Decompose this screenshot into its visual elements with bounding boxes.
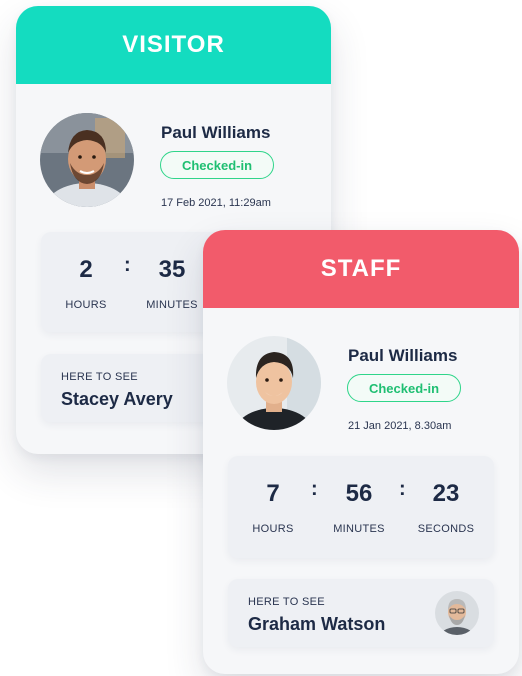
staff-hours-label: HOURS [252, 523, 294, 535]
staff-hours-value: 7 [266, 480, 280, 507]
staff-minutes-value: 56 [345, 480, 373, 507]
visitor-profile: Paul Williams Checked-in 17 Feb 2021, 11… [40, 113, 310, 213]
visitor-status-badge[interactable]: Checked-in [160, 151, 274, 179]
staff-timestamp: 21 Jan 2021, 8.30am [348, 420, 452, 432]
staff-card: STAFF Paul Williams Checked-in 21 Jan 20… [203, 230, 519, 674]
staff-seconds-label: SECONDS [417, 523, 475, 535]
staff-timer-separator-2: : [399, 478, 406, 500]
visitor-avatar-icon [40, 113, 134, 207]
visitor-name: Paul Williams [161, 123, 271, 142]
visitor-hours-value: 2 [79, 256, 93, 283]
staff-name: Paul Williams [348, 346, 458, 365]
staff-minutes-label: MINUTES [333, 523, 385, 535]
visitor-host-name: Stacey Avery [61, 389, 173, 409]
staff-host-name: Graham Watson [248, 614, 386, 634]
visitor-card-header: VISITOR [16, 6, 331, 84]
staff-card-header: STAFF [203, 230, 519, 308]
visitor-minutes-label: MINUTES [146, 299, 198, 311]
staff-avatar-icon [227, 336, 321, 430]
staff-timer-separator-1: : [311, 478, 318, 500]
staff-host-label: HERE TO SEE [248, 596, 325, 608]
visitor-timestamp: 17 Feb 2021, 11:29am [161, 197, 271, 209]
visitor-timer-separator: : [124, 254, 131, 276]
staff-host-card[interactable]: HERE TO SEE Graham Watson [228, 579, 494, 647]
staff-seconds-value: 23 [432, 480, 460, 507]
staff-profile: Paul Williams Checked-in 21 Jan 2021, 8.… [227, 336, 497, 436]
staff-status-badge[interactable]: Checked-in [347, 374, 461, 402]
visitor-hours-label: HOURS [65, 299, 107, 311]
host-avatar-icon [435, 591, 479, 635]
visitor-minutes-value: 35 [158, 256, 186, 283]
visitor-host-label: HERE TO SEE [61, 371, 138, 383]
staff-timer: 7 HOURS : 56 MINUTES : 23 SECONDS [228, 456, 494, 558]
